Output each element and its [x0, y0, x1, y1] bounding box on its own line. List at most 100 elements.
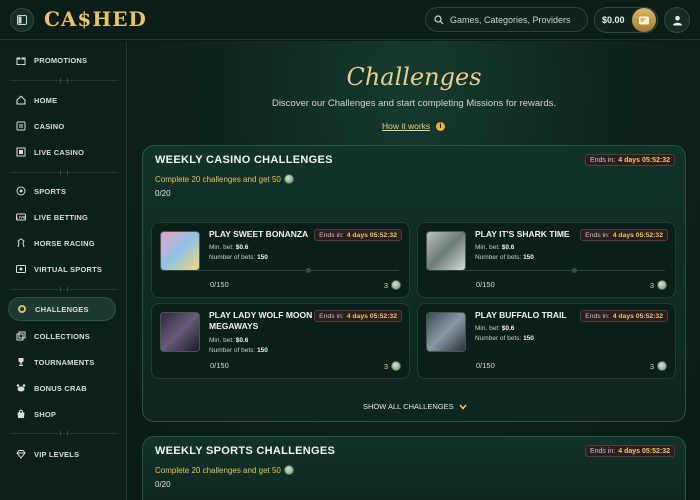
- game-thumbnail[interactable]: [160, 231, 200, 271]
- game-thumbnail[interactable]: [160, 312, 200, 352]
- ends-label: Ends in:: [589, 447, 616, 455]
- challenge-title: PLAY LADY WOLF MOON MEGAWAYS: [209, 310, 313, 331]
- wallet-icon: [639, 16, 649, 25]
- horse-icon: [16, 238, 26, 248]
- ends-value: 4 days 05:52:32: [346, 231, 397, 239]
- sidebar-item-virtual-sports[interactable]: VIRTUAL SPORTS: [8, 257, 116, 281]
- coin-icon: [391, 361, 401, 371]
- sidebar-toggle-button[interactable]: [10, 8, 34, 32]
- progress-knob: [306, 268, 311, 273]
- sidebar-item-label: SHOP: [34, 409, 57, 419]
- sidebar-item-label: HOME: [34, 95, 58, 105]
- wallet-button[interactable]: [632, 8, 656, 32]
- svg-text:LIVE: LIVE: [16, 216, 26, 220]
- progress-bar: [428, 268, 665, 273]
- section-title: WEEKLY CASINO CHALLENGES: [155, 154, 333, 166]
- sidebar-item-bonus-crab[interactable]: BONUS CRAB: [8, 376, 116, 400]
- sidebar-item-challenges[interactable]: CHALLENGES: [8, 297, 116, 321]
- min-bet-label: Min. bet:: [475, 244, 500, 251]
- ends-in-badge: Ends in: 4 days 05:52:32: [580, 310, 668, 322]
- sidebar-item-horse-racing[interactable]: HORSE RACING: [8, 231, 116, 255]
- live-casino-icon: [16, 147, 26, 157]
- sidebar-item-label: LIVE BETTING: [34, 212, 89, 222]
- sports-icon: [16, 186, 26, 196]
- progress-count: 0/150: [210, 280, 229, 289]
- casino-icon: [16, 121, 26, 131]
- site-logo[interactable]: CA$HED: [44, 7, 147, 31]
- ends-label: Ends in:: [319, 312, 344, 320]
- collections-icon: [16, 331, 26, 341]
- ends-value: 4 days 05:52:32: [612, 312, 663, 320]
- ends-in-badge: Ends in: 4 days 05:52:32: [584, 154, 675, 166]
- reward: 3: [650, 361, 667, 371]
- info-icon[interactable]: i: [436, 122, 445, 131]
- search-bar[interactable]: [425, 7, 588, 32]
- bets-label: Number of bets:: [475, 254, 522, 261]
- ends-label: Ends in:: [589, 156, 616, 164]
- number-of-bets: Number of bets: 150: [475, 254, 534, 261]
- game-thumbnail[interactable]: [426, 312, 466, 352]
- sidebar-item-promotions[interactable]: PROMOTIONS: [8, 48, 116, 72]
- gift-icon: [16, 55, 26, 65]
- min-bet-value: $0.6: [501, 325, 515, 332]
- reward-amount: 3: [649, 361, 654, 371]
- section-reward-text: Complete 20 challenges and get 50: [155, 174, 294, 184]
- coin-icon: [391, 280, 401, 290]
- progress-count: 0/150: [210, 361, 229, 370]
- sidebar-item-collections[interactable]: COLLECTIONS: [8, 324, 116, 348]
- challenge-card[interactable]: PLAY LADY WOLF MOON MEGAWAYS Ends in: 4 …: [151, 303, 410, 379]
- live-betting-icon: LIVE: [16, 212, 26, 222]
- sidebar-item-casino[interactable]: CASINO: [8, 114, 116, 138]
- number-of-bets: Number of bets: 150: [209, 254, 268, 261]
- user-profile-button[interactable]: [664, 7, 690, 33]
- challenge-title: PLAY SWEET BONANZA: [209, 229, 309, 239]
- weekly-sports-challenges-section: WEEKLY SPORTS CHALLENGES Ends in: 4 days…: [142, 436, 686, 500]
- weekly-casino-challenges-section: WEEKLY CASINO CHALLENGES Ends in: 4 days…: [142, 145, 686, 422]
- min-bet-label: Min. bet:: [209, 337, 234, 344]
- user-icon: [672, 15, 682, 25]
- reward-amount: 3: [383, 280, 388, 290]
- how-it-works-link[interactable]: How it works: [382, 121, 430, 131]
- coin-icon: [657, 280, 667, 290]
- min-bet-label: Min. bet:: [209, 244, 234, 251]
- ends-in-badge: Ends in: 4 days 05:52:32: [314, 229, 402, 241]
- shop-icon: [16, 409, 26, 419]
- challenge-card[interactable]: PLAY SWEET BONANZA Ends in: 4 days 05:52…: [151, 222, 410, 298]
- reward: 3: [384, 280, 401, 290]
- sidebar-item-label: HORSE RACING: [34, 238, 95, 248]
- search-input[interactable]: [450, 14, 580, 25]
- sidebar-divider: [10, 287, 118, 292]
- sidebar-item-sports[interactable]: SPORTS: [8, 179, 116, 203]
- ends-value: 4 days 05:52:32: [612, 231, 663, 239]
- min-bet-value: $0.6: [501, 244, 515, 251]
- coin-icon: [283, 174, 294, 184]
- sidebar-item-home[interactable]: HOME: [8, 88, 116, 112]
- reward-text: Complete 20 challenges and get 50: [155, 465, 281, 475]
- sidebar-item-label: CHALLENGES: [35, 304, 89, 314]
- sidebar-item-shop[interactable]: SHOP: [8, 402, 116, 426]
- sidebar-item-label: LIVE CASINO: [34, 147, 85, 157]
- ends-in-badge: Ends in: 4 days 05:52:32: [314, 310, 402, 322]
- min-bet: Min. bet: $0.6: [209, 337, 248, 344]
- game-thumbnail[interactable]: [426, 231, 466, 271]
- min-bet: Min. bet: $0.6: [475, 244, 514, 251]
- home-icon: [16, 95, 26, 105]
- challenge-card[interactable]: PLAY BUFFALO TRAIL Ends in: 4 days 05:52…: [417, 303, 676, 379]
- show-all-challenges-button[interactable]: SHOW ALL CHALLENGES: [363, 402, 467, 411]
- progress-count: 0/150: [476, 361, 495, 370]
- challenge-card[interactable]: PLAY IT'S SHARK TIME Ends in: 4 days 05:…: [417, 222, 676, 298]
- sidebar-item-live-casino[interactable]: LIVE CASINO: [8, 140, 116, 164]
- bets-value: 150: [257, 254, 268, 261]
- section-progress-count: 0/20: [155, 480, 171, 489]
- balance-widget[interactable]: $0.00: [594, 7, 658, 33]
- reward: 3: [384, 361, 401, 371]
- sidebar-item-live-betting[interactable]: LIVE LIVE BETTING: [8, 205, 116, 229]
- bets-value: 150: [523, 254, 534, 261]
- sidebar-item-vip-levels[interactable]: VIP LEVELS: [8, 442, 116, 466]
- ends-value: 4 days 05:52:32: [346, 312, 397, 320]
- bets-label: Number of bets:: [475, 335, 522, 342]
- page-subtitle: Discover our Challenges and start comple…: [271, 98, 557, 109]
- min-bet: Min. bet: $0.6: [475, 325, 514, 332]
- ends-value: 4 days 05:52:32: [618, 156, 670, 164]
- sidebar-item-tournaments[interactable]: TOURNAMENTS: [8, 350, 116, 374]
